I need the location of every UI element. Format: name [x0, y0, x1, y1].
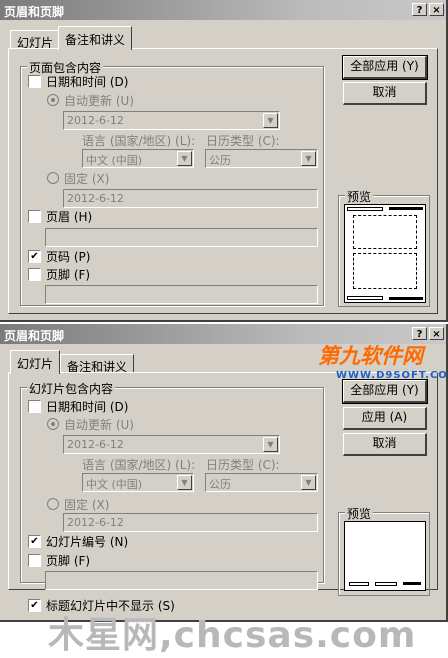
- date-time-checkbox[interactable]: [28, 400, 41, 413]
- language-select[interactable]: 中文 (中国) ▼: [82, 149, 194, 168]
- date-time-label: 日期和时间 (D): [46, 400, 129, 414]
- dialog-title: 页眉和页脚: [4, 329, 65, 343]
- tab-notes-handouts[interactable]: 备注和讲义: [60, 354, 135, 374]
- tab-slide[interactable]: 幻灯片: [10, 30, 61, 50]
- slide-number-checkbox[interactable]: ✔: [28, 535, 41, 548]
- logo-text: 第九软件网: [318, 344, 423, 368]
- calendar-label: 日历类型 (C):: [206, 134, 280, 148]
- chevron-down-icon: ▼: [301, 475, 316, 490]
- calendar-select[interactable]: 公历 ▼: [205, 473, 318, 492]
- close-button[interactable]: ×: [429, 327, 444, 340]
- date-time-checkbox[interactable]: [28, 75, 41, 88]
- chevron-down-icon: ▼: [263, 113, 278, 128]
- auto-date-select[interactable]: 2012-6-12 ▼: [63, 435, 280, 454]
- language-value: 中文 (中国): [86, 478, 143, 491]
- footer-checkbox[interactable]: [28, 554, 41, 567]
- fixed-label: 固定 (X): [64, 172, 110, 186]
- site-logo: 第九软件网 WWW.D9SOFT.COM: [318, 340, 448, 381]
- chevron-down-icon: ▼: [301, 151, 316, 166]
- preview-footer-left: [347, 296, 383, 300]
- preview-label: 预览: [345, 505, 374, 522]
- preview-slide-top: [353, 215, 417, 249]
- preview-footer-text: [375, 582, 397, 586]
- preview-label: 预览: [345, 188, 374, 205]
- close-button[interactable]: ×: [429, 3, 444, 16]
- language-value: 中文 (中国): [86, 154, 143, 167]
- tab-notes-handouts[interactable]: 备注和讲义: [58, 26, 133, 50]
- apply-button[interactable]: 应用 (A): [343, 407, 427, 430]
- watermark: 木星网,chcsas.com: [48, 615, 417, 656]
- header-footer-dialog-notes: 页眉和页脚 ? × 幻灯片 备注和讲义 页面包含内容 日期和时间 (D) 自动更…: [0, 0, 448, 322]
- group-title: 幻灯片包含内容: [27, 380, 116, 397]
- page-number-checkbox[interactable]: ✔: [28, 250, 41, 263]
- help-button[interactable]: ?: [412, 3, 427, 16]
- preview-slide-bottom: [353, 253, 417, 289]
- auto-update-radio[interactable]: [47, 418, 59, 430]
- apply-all-button[interactable]: 全部应用 (Y): [342, 379, 428, 404]
- auto-update-label: 自动更新 (U): [64, 94, 134, 108]
- logo-url: WWW.D9SOFT.COM: [336, 370, 448, 381]
- slide-number-label: 幻灯片编号 (N): [46, 535, 129, 549]
- fixed-label: 固定 (X): [64, 498, 110, 512]
- language-label: 语言 (国家/地区) (L):: [82, 134, 196, 148]
- page-number-label: 页码 (P): [46, 250, 91, 264]
- chevron-down-icon: ▼: [177, 151, 192, 166]
- footer-label: 页脚 (F): [46, 554, 91, 568]
- preview-header-left: [347, 207, 383, 211]
- chevron-down-icon: ▼: [263, 437, 278, 452]
- header-label: 页眉 (H): [46, 210, 93, 224]
- language-label: 语言 (国家/地区) (L):: [82, 458, 196, 472]
- apply-all-button[interactable]: 全部应用 (Y): [342, 55, 428, 80]
- calendar-label: 日历类型 (C):: [206, 458, 280, 472]
- dialog-title: 页眉和页脚: [4, 5, 65, 19]
- footer-label: 页脚 (F): [46, 268, 91, 282]
- title-bar: 页眉和页脚 ? ×: [0, 0, 446, 20]
- date-time-label: 日期和时间 (D): [46, 75, 129, 89]
- chevron-down-icon: ▼: [177, 475, 192, 490]
- help-button[interactable]: ?: [412, 327, 427, 340]
- auto-update-radio[interactable]: [47, 94, 59, 106]
- calendar-value: 公历: [209, 154, 231, 167]
- hide-on-title-slide-checkbox[interactable]: ✔: [28, 599, 41, 612]
- calendar-value: 公历: [209, 478, 231, 491]
- cancel-button[interactable]: 取消: [343, 82, 427, 105]
- fixed-radio[interactable]: [47, 172, 59, 184]
- header-checkbox[interactable]: [28, 210, 41, 223]
- fixed-date-value: 2012-6-12: [67, 192, 124, 205]
- tab-slide[interactable]: 幻灯片: [10, 350, 61, 374]
- auto-date-value: 2012-6-12: [67, 438, 124, 451]
- auto-date-select[interactable]: 2012-6-12 ▼: [63, 111, 280, 130]
- fixed-date-input[interactable]: 2012-6-12: [63, 513, 318, 532]
- preview-footer-number: [403, 582, 421, 585]
- auto-update-label: 自动更新 (U): [64, 418, 134, 432]
- preview-header-right: [389, 207, 423, 210]
- footer-input[interactable]: [45, 571, 318, 590]
- auto-date-value: 2012-6-12: [67, 114, 124, 127]
- header-input[interactable]: [45, 228, 318, 247]
- preview-footer-date: [349, 582, 369, 586]
- footer-input[interactable]: [45, 285, 318, 304]
- preview-slide: [344, 521, 426, 591]
- fixed-date-value: 2012-6-12: [67, 516, 124, 529]
- cancel-button[interactable]: 取消: [343, 433, 427, 456]
- preview-footer-right: [389, 297, 423, 300]
- calendar-select[interactable]: 公历 ▼: [205, 149, 318, 168]
- fixed-date-input[interactable]: 2012-6-12: [63, 189, 318, 208]
- footer-checkbox[interactable]: [28, 268, 41, 281]
- fixed-radio[interactable]: [47, 498, 59, 510]
- preview-page: [344, 204, 426, 303]
- language-select[interactable]: 中文 (中国) ▼: [82, 473, 194, 492]
